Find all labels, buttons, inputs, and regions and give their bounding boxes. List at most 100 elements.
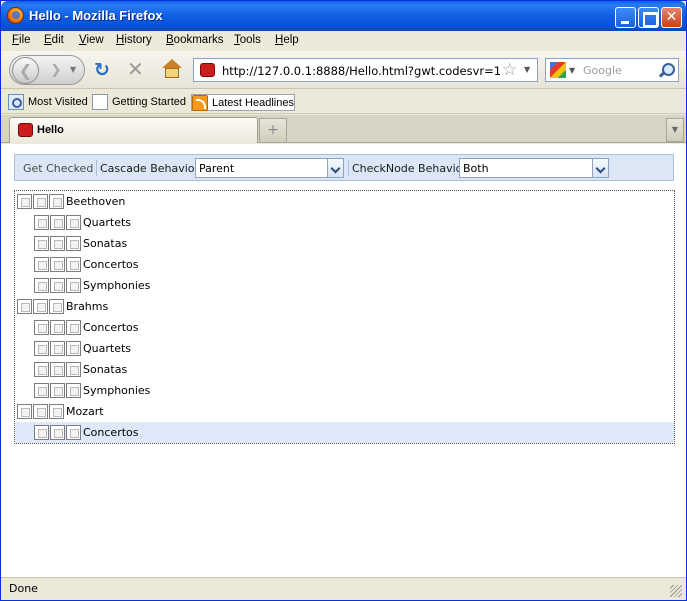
search-engine-dropdown[interactable]: ▼ [569,66,575,75]
back-arrow-icon: ❮ [18,61,33,80]
checkbox-icon[interactable] [50,320,65,335]
url-input[interactable]: http://127.0.0.1:8888/Hello.html?gwt.cod… [222,64,502,78]
tree-node-child[interactable]: Concertos [15,422,674,443]
checkbox-icon[interactable] [34,425,49,440]
tree-node-parent[interactable]: Brahms [15,296,674,317]
checkbox-icon[interactable] [50,341,65,356]
history-dropdown-button[interactable]: ▼ [70,65,80,75]
checkbox-icon[interactable] [33,299,48,314]
checkbox-icon[interactable] [34,320,49,335]
checkbox-icon[interactable] [34,278,49,293]
checkbox-icon[interactable] [50,215,65,230]
menu-help[interactable]: Help [275,34,299,46]
tree-node-child[interactable]: Sonatas [15,233,674,254]
cascade-behavior-select[interactable]: Parent [195,158,344,178]
tree-toolbar: Get Checked Cascade Behavior: Parent Che… [14,154,674,181]
checknode-behavior-select[interactable]: Both [459,158,609,178]
home-button[interactable] [161,59,183,79]
back-button[interactable]: ❮ [12,57,39,84]
browser-window: Hello - Mozilla Firefox ✕ File Edit View… [0,0,687,601]
checkbox-icon[interactable] [17,194,32,209]
checkbox-icon[interactable] [50,236,65,251]
checkbox-icon[interactable] [50,425,65,440]
checkbox-icon[interactable] [49,194,64,209]
new-tab-button[interactable]: + [259,118,287,142]
checkbox-icon[interactable] [33,404,48,419]
toolbar-separator [348,160,349,176]
checkbox-icon[interactable] [66,215,81,230]
menu-edit[interactable]: Edit [44,34,64,46]
checkbox-icon[interactable] [34,215,49,230]
tree-node-child[interactable]: Symphonies [15,380,674,401]
tab-favicon-icon [18,123,33,137]
tab-list-button[interactable]: ▼ [666,118,684,142]
tree-node-child[interactable]: Quartets [15,212,674,233]
checkbox-icon[interactable] [66,425,81,440]
menu-tools[interactable]: Tools [234,34,261,46]
checkbox-icon[interactable] [66,257,81,272]
google-engine-icon[interactable] [550,62,566,78]
tree-node-child[interactable]: Sonatas [15,359,674,380]
checkbox-icon[interactable] [17,404,32,419]
reload-icon: ↻ [94,59,110,81]
checkbox-icon[interactable] [50,362,65,377]
close-button[interactable]: ✕ [661,7,682,28]
bookmark-most-visited[interactable]: Most Visited [8,94,90,111]
url-history-dropdown[interactable]: ▼ [524,65,530,74]
checkbox-icon[interactable] [50,383,65,398]
tab-hello[interactable]: Hello [9,117,258,143]
checkbox-icon[interactable] [66,236,81,251]
stop-icon: ✕ [127,57,144,81]
minimize-button[interactable] [615,7,636,28]
tree-node-child[interactable]: Symphonies [15,275,674,296]
title-bar[interactable]: Hello - Mozilla Firefox ✕ [1,1,686,31]
checkbox-icon[interactable] [49,299,64,314]
reload-button[interactable]: ↻ [94,60,114,80]
checkbox-icon[interactable] [50,257,65,272]
url-bar[interactable]: http://127.0.0.1:8888/Hello.html?gwt.cod… [193,58,538,82]
get-checked-button[interactable]: Get Checked [23,162,93,175]
magnifier-icon[interactable] [658,62,675,78]
chevron-down-icon: ▼ [671,125,679,134]
menu-bookmarks[interactable]: Bookmarks [166,34,224,46]
tree-node-parent[interactable]: Beethoven [15,191,674,212]
checkbox-icon[interactable] [17,299,32,314]
resize-grip-icon[interactable] [670,585,682,597]
checkbox-icon[interactable] [66,320,81,335]
tree-node-child[interactable]: Quartets [15,338,674,359]
forward-button[interactable]: ❯ [44,61,68,81]
tree-node-parent[interactable]: Mozart [15,401,674,422]
menu-file[interactable]: File [12,34,31,46]
checkbox-icon[interactable] [33,194,48,209]
checkbox-icon[interactable] [50,278,65,293]
checkbox-icon[interactable] [66,362,81,377]
bookmark-getting-started[interactable]: Getting Started [92,94,188,111]
checkbox-icon[interactable] [34,383,49,398]
tree-node-label: Symphonies [83,384,151,397]
tree-node-child[interactable]: Concertos [15,254,674,275]
checkbox-icon[interactable] [66,278,81,293]
tab-strip: Hello + ▼ [1,115,686,143]
checkbox-icon[interactable] [34,362,49,377]
search-bar[interactable]: ▼ Google [545,58,679,82]
tree-node-label: Concertos [83,258,139,271]
tree-node-child[interactable]: Concertos [15,317,674,338]
checkbox-icon[interactable] [34,341,49,356]
menu-history[interactable]: History [116,34,152,46]
bookmark-latest-headlines[interactable]: Latest Headlines [191,94,295,111]
firefox-logo-icon [7,7,24,24]
cascade-behavior-label: Cascade Behavior: [100,162,203,175]
tree-node-label: Concertos [83,426,139,439]
checkbox-icon[interactable] [34,236,49,251]
chevron-down-icon[interactable] [592,159,608,177]
chevron-down-icon[interactable] [327,159,343,177]
maximize-button[interactable] [638,7,659,28]
search-input[interactable]: Google [583,64,622,77]
checkbox-icon[interactable] [66,341,81,356]
checkbox-icon[interactable] [34,257,49,272]
stop-button[interactable]: ✕ [127,59,147,79]
star-icon[interactable]: ☆ [502,60,517,80]
menu-view[interactable]: View [79,34,104,46]
checkbox-icon[interactable] [66,383,81,398]
checkbox-icon[interactable] [49,404,64,419]
